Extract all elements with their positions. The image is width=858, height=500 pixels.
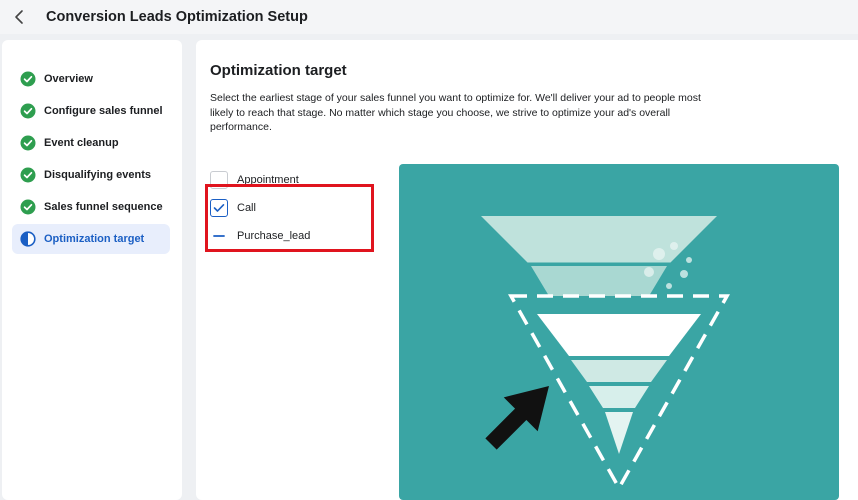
option-call[interactable]: Call	[210, 194, 310, 222]
step-configure-sales-funnel[interactable]: Configure sales funnel	[12, 96, 170, 126]
funnel-band	[481, 216, 717, 264]
step-event-cleanup[interactable]: Event cleanup	[12, 128, 170, 158]
section-description: Select the earliest stage of your sales …	[210, 92, 701, 133]
check-circle-icon	[20, 135, 36, 151]
half-circle-progress-icon	[20, 231, 36, 247]
step-label: Optimization target	[44, 233, 145, 245]
step-optimization-target[interactable]: Optimization target	[12, 224, 170, 254]
top-bar: Conversion Leads Optimization Setup	[0, 0, 858, 34]
check-circle-icon	[20, 103, 36, 119]
section-title: Optimization target	[210, 62, 347, 79]
option-label: Purchase_lead	[237, 230, 311, 242]
step-sales-funnel-sequence[interactable]: Sales funnel sequence	[12, 192, 170, 222]
option-label: Call	[237, 202, 256, 214]
checkbox[interactable]	[210, 171, 228, 189]
minus-icon	[213, 235, 225, 237]
step-disqualifying-events[interactable]: Disqualifying events	[12, 160, 170, 190]
funnel-illustration	[399, 164, 839, 500]
funnel-band	[605, 412, 633, 454]
page-title: Conversion Leads Optimization Setup	[46, 9, 308, 25]
step-label: Configure sales funnel	[44, 105, 163, 117]
funnel-stage-options: Appointment Call Purchase_lead	[210, 166, 310, 250]
step-overview[interactable]: Overview	[12, 64, 170, 94]
check-circle-icon	[20, 71, 36, 87]
setup-steps-sidebar: Overview Configure sales funnel Event cl…	[2, 40, 182, 500]
checkbox-checked[interactable]	[210, 199, 228, 217]
main-panel: Optimization target Select the earliest …	[196, 40, 858, 500]
step-label: Event cleanup	[44, 137, 119, 149]
back-button[interactable]	[4, 2, 34, 32]
step-label: Sales funnel sequence	[44, 201, 163, 213]
check-circle-icon	[20, 199, 36, 215]
chevron-left-icon	[15, 10, 23, 24]
funnel-band	[537, 314, 701, 356]
funnel-band	[571, 360, 667, 382]
checkbox-indeterminate[interactable]	[210, 227, 228, 245]
funnel-graphic	[459, 216, 759, 492]
funnel-band	[589, 386, 649, 408]
option-label: Appointment	[237, 174, 299, 186]
option-appointment[interactable]: Appointment	[210, 166, 310, 194]
step-label: Overview	[44, 73, 93, 85]
step-label: Disqualifying events	[44, 169, 151, 181]
checkmark-icon	[213, 204, 225, 212]
check-circle-icon	[20, 167, 36, 183]
option-purchase-lead[interactable]: Purchase_lead	[210, 222, 310, 250]
